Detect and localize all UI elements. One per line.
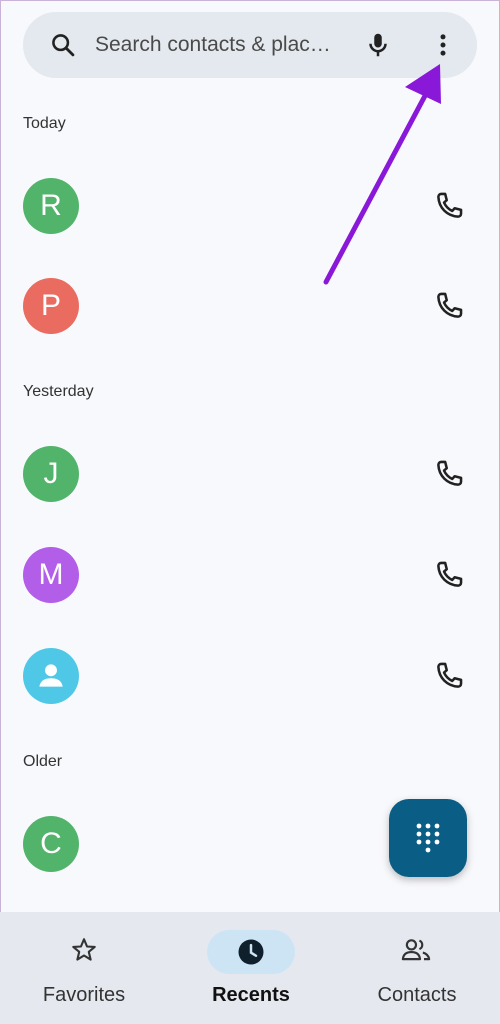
call-log-row[interactable] — [0, 637, 500, 717]
phone-icon[interactable] — [432, 659, 466, 693]
dialpad-icon — [416, 823, 440, 853]
section-header-yesterday: Yesterday — [23, 383, 94, 400]
search-input[interactable] — [95, 28, 361, 62]
phone-icon[interactable] — [432, 289, 466, 323]
mic-icon[interactable] — [363, 30, 393, 60]
search-bar[interactable] — [23, 12, 477, 78]
call-log-row[interactable]: P — [0, 267, 500, 347]
nav-favorites-label: Favorites — [42, 984, 126, 1006]
avatar[interactable]: M — [23, 547, 79, 603]
avatar[interactable]: R — [23, 178, 79, 234]
nav-recents[interactable]: Recents — [168, 912, 334, 1024]
phone-icon[interactable] — [432, 457, 466, 491]
phone-icon[interactable] — [432, 189, 466, 223]
section-header-older: Older — [23, 753, 63, 770]
call-log-row[interactable]: J — [0, 435, 500, 515]
nav-contacts-label: Contacts — [377, 984, 457, 1006]
avatar[interactable]: J — [23, 446, 79, 502]
person-icon — [39, 664, 63, 687]
call-log-row[interactable]: R — [0, 167, 500, 247]
star-icon — [72, 938, 96, 961]
avatar[interactable]: C — [23, 816, 79, 872]
search-icon[interactable] — [49, 31, 77, 59]
clock-icon — [238, 939, 264, 965]
nav-contacts[interactable]: Contacts — [334, 912, 500, 1024]
dialpad-button[interactable] — [389, 799, 467, 877]
nav-favorites[interactable]: Favorites — [0, 912, 168, 1024]
contacts-icon — [401, 939, 431, 961]
bottom-navigation: Favorites Recents Contacts — [0, 912, 500, 1024]
call-log-row[interactable]: M — [0, 536, 500, 616]
nav-recents-label: Recents — [212, 984, 290, 1006]
phone-icon[interactable] — [432, 558, 466, 592]
section-header-today: Today — [23, 115, 66, 132]
avatar[interactable] — [23, 648, 79, 704]
more-options-icon[interactable] — [428, 30, 458, 60]
avatar[interactable]: P — [23, 278, 79, 334]
